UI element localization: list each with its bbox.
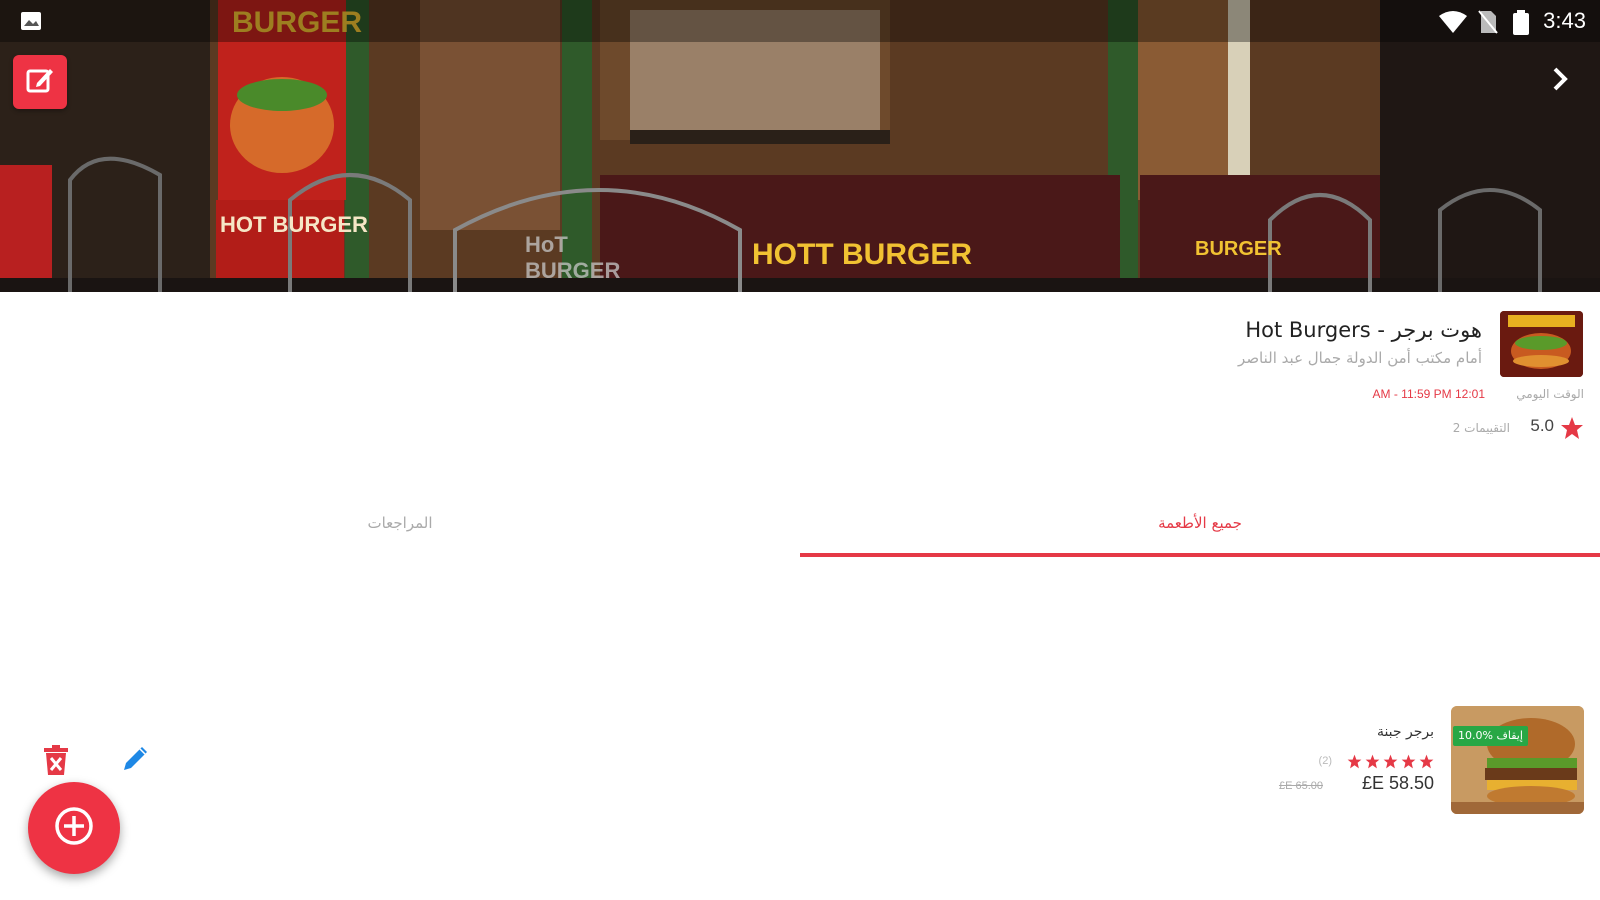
star-icon (1347, 754, 1362, 773)
daily-hours-value: AM - 11:59 PM 12:01 (1372, 387, 1486, 401)
chevron-right-icon (1550, 67, 1570, 96)
star-icon (1401, 754, 1416, 773)
star-icon (1365, 754, 1380, 773)
pencil-icon (120, 747, 152, 778)
rating-count: 2 التقييمات (1452, 421, 1510, 435)
star-icon (1560, 416, 1584, 444)
add-circle-icon (53, 805, 95, 851)
delete-item-button[interactable] (42, 744, 70, 780)
menu-item-old-price: £E 65.00 (1278, 780, 1323, 792)
edit-restaurant-button[interactable] (13, 55, 67, 109)
daily-hours-label: الوقت اليومي (1516, 387, 1584, 401)
add-item-button[interactable] (28, 782, 120, 874)
delete-icon (42, 745, 70, 780)
sign-text: HoT BURGER (525, 232, 621, 283)
star-icon (1419, 754, 1434, 773)
restaurant-name: هوت برجر - Hot Burgers (1245, 318, 1482, 342)
status-bar: 3:43 (0, 0, 1600, 42)
star-icon (1383, 754, 1398, 773)
menu-item-name[interactable]: برجر جبنة (1377, 724, 1434, 740)
image-icon (20, 10, 42, 36)
sign-text: BURGER (1195, 238, 1282, 260)
menu-item-rating-stars (1347, 754, 1434, 773)
sign-text: HOT BURGER (220, 212, 368, 237)
no-sim-icon (1478, 10, 1498, 38)
restaurant-address: أمام مكتب أمن الدولة جمال عبد الناصر (1238, 349, 1482, 367)
next-image-button[interactable] (1550, 66, 1570, 96)
edit-icon (24, 64, 56, 100)
cover-photo: BURGER HOT BURGER HoT BURGER HOTT BURGER… (0, 0, 1600, 292)
status-time: 3:43 (1543, 8, 1586, 33)
tab-reviews[interactable]: المراجعات (0, 490, 800, 556)
tab-all-foods[interactable]: جميع الأطعمة (800, 490, 1600, 556)
active-tab-indicator (800, 553, 1600, 557)
sign-text: HOTT BURGER (752, 238, 972, 271)
discount-badge: 10.0% إيقاف (1453, 726, 1528, 746)
menu-item-price: £E 58.50 (1361, 773, 1434, 793)
menu-item-review-count: (2) (1318, 755, 1332, 767)
rating-value: 5.0 (1530, 416, 1554, 435)
restaurant-logo (1500, 311, 1583, 377)
menu-item-image[interactable]: 10.0% إيقاف (1451, 706, 1584, 814)
wifi-icon (1438, 10, 1468, 38)
edit-item-button[interactable] (120, 742, 152, 778)
battery-icon (1512, 10, 1530, 40)
